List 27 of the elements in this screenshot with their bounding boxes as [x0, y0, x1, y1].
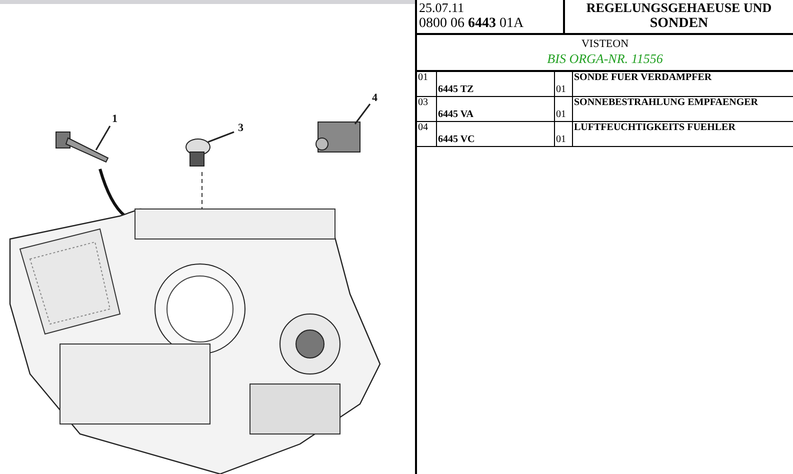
table-cell-text: SONNEBESTRAHLUNG EMPFAENGER	[573, 97, 760, 110]
table-cell: 01	[555, 97, 573, 121]
humidity-sensor-drawing	[316, 122, 360, 152]
leader-line	[95, 126, 111, 150]
supplier-name: VISTEON	[581, 38, 629, 51]
title-text: REGELUNGSGEHAEUSE UND	[586, 0, 772, 15]
table-cell: 03	[417, 97, 437, 121]
leader-line	[208, 131, 234, 143]
table-cell: 6445 VA	[437, 97, 555, 121]
table-cell: 6445 TZ	[437, 72, 555, 96]
table-cell: 04	[417, 122, 437, 146]
part-number: 0800 06 6443 01A	[419, 15, 525, 33]
date-text: 25.07.11	[419, 0, 466, 15]
table-cell: 01	[555, 122, 573, 146]
sun-sensor-drawing	[186, 138, 210, 166]
sensor-probe-drawing	[56, 132, 109, 163]
callout-number: 4	[372, 92, 378, 104]
table-cell-text: LUFTFEUCHTIGKEITS FUEHLER	[573, 122, 736, 135]
leader-line	[354, 104, 371, 124]
title-text: SONDEN	[650, 15, 708, 33]
callout-number: 3	[238, 122, 244, 134]
table-cell: 6445 VC	[437, 122, 555, 146]
table-cell: 01	[417, 72, 437, 96]
supplier-note: BIS ORGA-NR. 11556	[547, 51, 663, 67]
table-cell: 01	[555, 72, 573, 96]
table-cell-text: SONDE FUER VERDAMPFER	[573, 72, 713, 85]
callout-number: 1	[112, 113, 118, 125]
